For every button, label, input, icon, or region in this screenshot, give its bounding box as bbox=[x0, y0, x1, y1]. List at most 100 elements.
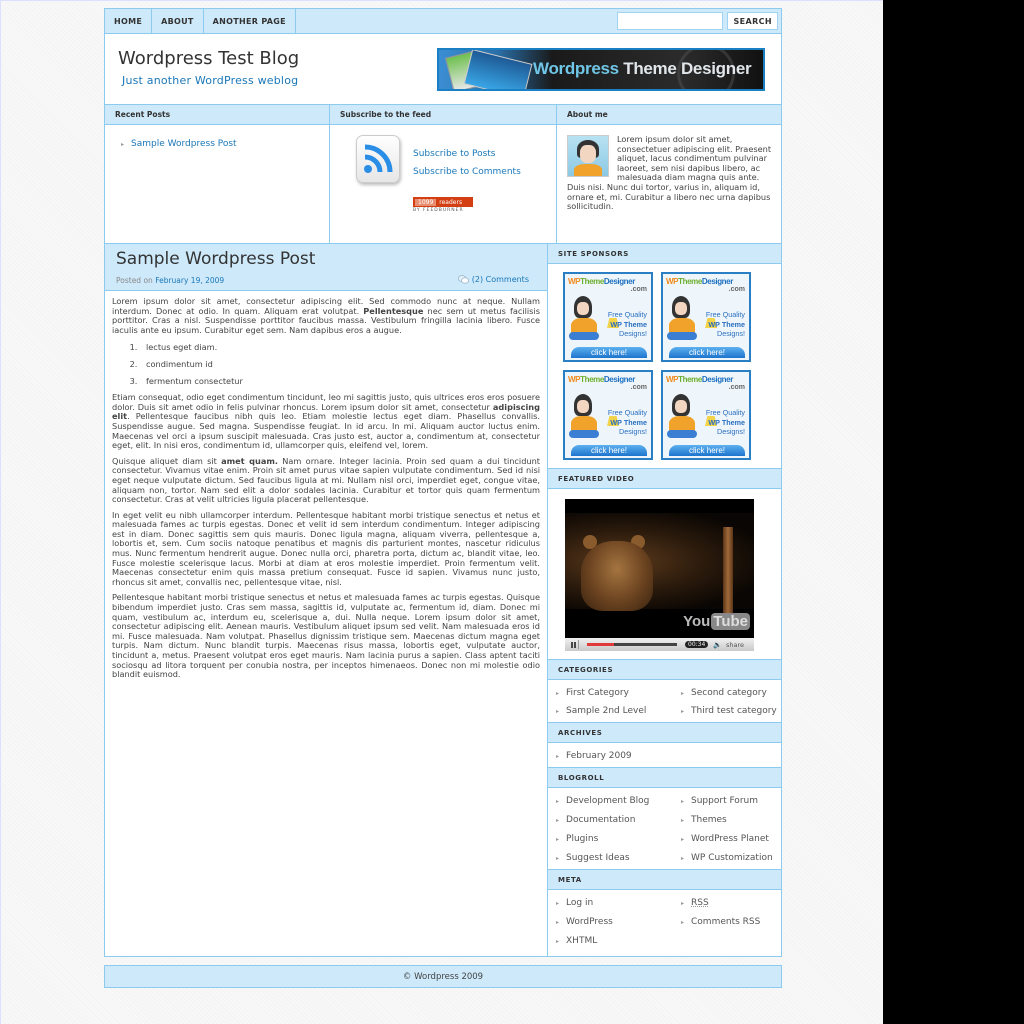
category-item[interactable]: ▸ Second category bbox=[681, 688, 781, 698]
bear-image bbox=[581, 541, 653, 611]
comment-bubble-icon bbox=[457, 275, 469, 284]
meta-item-rss[interactable]: ▸ RSS bbox=[681, 898, 781, 908]
rss-feed-icon[interactable] bbox=[356, 135, 400, 183]
feedburner-badge[interactable]: 1099 readers BY FEEDBURNER bbox=[413, 197, 473, 213]
blogroll-item[interactable]: ▸ Development Blog bbox=[556, 796, 681, 806]
sidebar: SITE SPONSORS WPThemeDesigner .com Free … bbox=[548, 244, 781, 956]
blogroll-item[interactable]: ▸ Documentation bbox=[556, 815, 681, 825]
post-paragraph: In eget velit eu nibh ullamcorper interd… bbox=[112, 509, 540, 587]
blogroll-item[interactable]: ▸ WP Customization bbox=[681, 853, 781, 863]
post-meta: Posted on February 19, 2009 bbox=[116, 276, 224, 285]
post-header: Sample Wordpress Post Posted on February… bbox=[105, 244, 547, 291]
bullet-arrow-icon: ▸ bbox=[556, 689, 560, 697]
header-banner[interactable]: Wordpress Theme Designer bbox=[437, 48, 765, 91]
category-item[interactable]: ▸ Third test category bbox=[681, 706, 781, 716]
mascot-icon bbox=[569, 394, 599, 438]
bullet-arrow-icon: ▸ bbox=[681, 707, 685, 715]
reader-label: readers bbox=[439, 198, 463, 206]
search-button[interactable]: SEARCH bbox=[727, 12, 778, 30]
blogroll-item[interactable]: ▸ Themes bbox=[681, 815, 781, 825]
progress-bar[interactable] bbox=[587, 643, 677, 646]
nav-another-page[interactable]: ANOTHER PAGE bbox=[204, 9, 296, 33]
meta-item-login[interactable]: ▸ Log in bbox=[556, 898, 681, 908]
post-content: Sample Wordpress Post Posted on February… bbox=[105, 244, 548, 956]
site-title[interactable]: Wordpress Test Blog bbox=[118, 48, 299, 69]
progress-fill bbox=[587, 643, 614, 646]
bullet-arrow-icon: ▸ bbox=[556, 707, 560, 715]
footer-text: © Wordpress 2009 bbox=[402, 971, 484, 982]
categories-title: CATEGORIES bbox=[548, 659, 781, 680]
bullet-arrow-icon: ▸ bbox=[556, 835, 560, 843]
post-paragraph: Pellentesque habitant morbi tristique se… bbox=[112, 592, 540, 680]
click-here-button[interactable]: click here! bbox=[669, 347, 745, 358]
browser-viewport: HOME ABOUT ANOTHER PAGE SEARCH Wordpress… bbox=[0, 0, 883, 1024]
meta-item-wordpress[interactable]: ▸ WordPress bbox=[556, 917, 681, 927]
banner-text-part2: Theme Designer bbox=[623, 59, 752, 78]
sponsor-ad[interactable]: WPThemeDesigner .com Free Quality WP Them… bbox=[563, 272, 653, 362]
youtube-player[interactable]: You Tube 00:34 🔈 share bbox=[565, 499, 754, 651]
widget-title: Subscribe to the feed bbox=[330, 105, 556, 125]
meta-item-xhtml[interactable]: ▸ XHTML bbox=[556, 936, 681, 946]
post-body: Lorem ipsum dolor sit amet, consectetur … bbox=[105, 291, 547, 680]
page-wrapper: HOME ABOUT ANOTHER PAGE SEARCH Wordpress… bbox=[104, 8, 782, 988]
post-title[interactable]: Sample Wordpress Post bbox=[116, 249, 315, 269]
meta-list: ▸ Log in ▸ RSS ▸ WordPress ▸ Comments RSS ▸ X… bbox=[556, 898, 781, 946]
site-footer: © Wordpress 2009 bbox=[104, 965, 782, 988]
mascot-icon bbox=[667, 296, 697, 340]
sponsor-ad[interactable]: WPThemeDesigner .com Free Quality WP Them… bbox=[661, 370, 751, 460]
subscribe-comments-link[interactable]: Subscribe to Comments bbox=[413, 163, 521, 181]
widget-title: About me bbox=[557, 105, 781, 125]
meta-item-comments-rss[interactable]: ▸ Comments RSS bbox=[681, 917, 781, 927]
reader-count: 1099 bbox=[415, 198, 437, 206]
archives-list: ▸ February 2009 bbox=[556, 751, 781, 761]
post-date-link[interactable]: February 19, 2009 bbox=[155, 276, 224, 285]
click-here-button[interactable]: click here! bbox=[571, 347, 647, 358]
bullet-arrow-icon: ▸ bbox=[556, 899, 560, 907]
avatar bbox=[567, 135, 609, 177]
blogroll-title: BLOGROLL bbox=[548, 767, 781, 788]
about-widget: About me Lorem ipsum dolor sit amet, con… bbox=[557, 105, 781, 243]
recent-post-item[interactable]: ▸ Sample Wordpress Post bbox=[121, 139, 329, 149]
post-list-item: lectus eget diam. bbox=[140, 343, 540, 353]
comments-link[interactable]: (2) Comments bbox=[457, 275, 529, 284]
top-widgets: Recent Posts ▸ Sample Wordpress Post Sub… bbox=[104, 105, 782, 244]
sponsor-ad[interactable]: WPThemeDesigner .com Free Quality WP Them… bbox=[563, 370, 653, 460]
subscribe-posts-link[interactable]: Subscribe to Posts bbox=[413, 145, 521, 163]
search-input[interactable] bbox=[617, 12, 724, 30]
search-form: SEARCH bbox=[617, 9, 781, 33]
blogroll-item[interactable]: ▸ Suggest Ideas bbox=[556, 853, 681, 863]
banner-text: Wordpress Theme Designer bbox=[533, 59, 752, 79]
pause-icon[interactable] bbox=[568, 640, 579, 649]
blogroll-item[interactable]: ▸ Support Forum bbox=[681, 796, 781, 806]
click-here-button[interactable]: click here! bbox=[571, 445, 647, 456]
category-item[interactable]: ▸ Sample 2nd Level bbox=[556, 706, 681, 716]
feedburner-by: BY FEEDBURNER bbox=[413, 208, 464, 213]
blogroll-item[interactable]: ▸ WordPress Planet bbox=[681, 834, 781, 844]
bullet-arrow-icon: ▸ bbox=[681, 835, 685, 843]
categories-list: ▸ First Category ▸ Second category ▸ Sample… bbox=[556, 688, 781, 716]
bullet-arrow-icon: ▸ bbox=[556, 797, 560, 805]
blogroll-item[interactable]: ▸ Plugins bbox=[556, 834, 681, 844]
click-here-button[interactable]: click here! bbox=[669, 445, 745, 456]
sponsor-ad[interactable]: WPThemeDesigner .com Free Quality WP Them… bbox=[661, 272, 751, 362]
banner-text-part1: Wordpress bbox=[533, 59, 619, 78]
mascot-icon bbox=[569, 296, 599, 340]
video-title: FEATURED VIDEO bbox=[548, 468, 781, 489]
share-button[interactable]: share bbox=[726, 641, 744, 649]
main-row: Sample Wordpress Post Posted on February… bbox=[104, 244, 782, 957]
category-item[interactable]: ▸ First Category bbox=[556, 688, 681, 698]
sponsors-grid: WPThemeDesigner .com Free Quality WP Them… bbox=[548, 264, 781, 468]
comments-count[interactable]: (2) Comments bbox=[472, 275, 529, 284]
bullet-arrow-icon: ▸ bbox=[556, 937, 560, 945]
nav-about[interactable]: ABOUT bbox=[152, 9, 204, 33]
bullet-arrow-icon: ▸ bbox=[556, 816, 560, 824]
subscribe-widget: Subscribe to the feed Subscribe to Posts… bbox=[330, 105, 557, 243]
posted-on-label: Posted on bbox=[116, 276, 153, 285]
bullet-arrow-icon: ▸ bbox=[681, 689, 685, 697]
nav-home[interactable]: HOME bbox=[105, 9, 153, 33]
archive-item[interactable]: ▸ February 2009 bbox=[556, 751, 781, 761]
recent-post-link[interactable]: Sample Wordpress Post bbox=[131, 139, 237, 149]
volume-icon[interactable]: 🔈 bbox=[713, 641, 722, 649]
post-list-item: condimentum id bbox=[140, 359, 540, 370]
player-controls: 00:34 🔈 share bbox=[565, 638, 754, 651]
